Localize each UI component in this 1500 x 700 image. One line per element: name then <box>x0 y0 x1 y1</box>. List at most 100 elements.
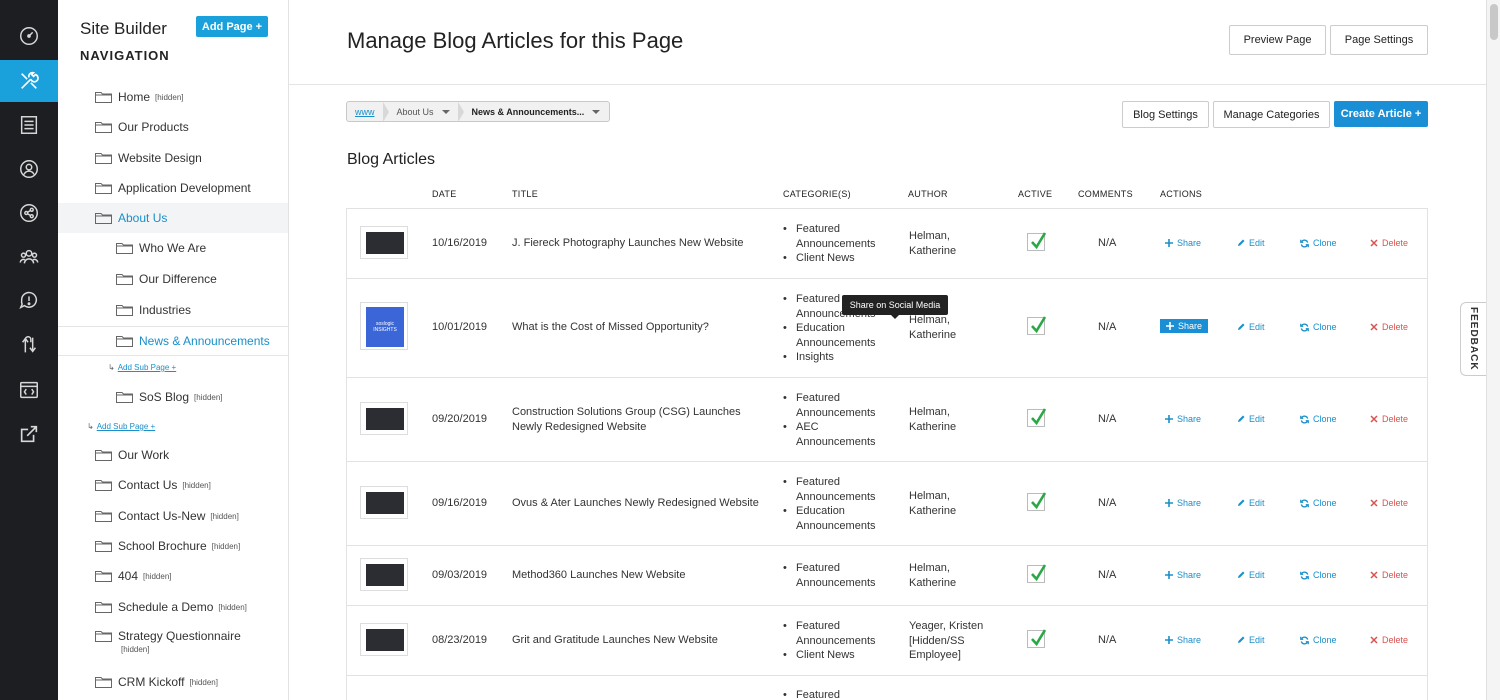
share-action[interactable]: Share <box>1165 635 1201 645</box>
refresh-icon <box>1300 571 1309 579</box>
active-checkbox[interactable] <box>1027 492 1047 511</box>
active-checkbox[interactable] <box>1027 564 1047 583</box>
dashboard-icon[interactable] <box>0 15 58 57</box>
nav-item-about-us[interactable]: About Us <box>58 203 288 233</box>
active-checkbox[interactable] <box>1027 408 1047 427</box>
nav-item-home[interactable]: Home [hidden] <box>58 82 288 112</box>
delete-action[interactable]: Delete <box>1370 238 1408 248</box>
pages-icon[interactable] <box>0 104 58 146</box>
breadcrumb-news[interactable]: News & Announcements... <box>464 102 609 121</box>
share-action[interactable]: Share <box>1165 570 1201 580</box>
team-icon[interactable] <box>0 236 58 278</box>
clone-action[interactable]: Clone <box>1300 498 1337 508</box>
nav-item-contact-us[interactable]: Contact Us [hidden] <box>58 470 288 500</box>
article-title[interactable]: Method360 Launches New Website <box>512 569 685 581</box>
close-icon <box>1370 239 1378 247</box>
column-header-comments[interactable]: COMMENTS <box>1078 189 1133 199</box>
scrollbar-thumb[interactable] <box>1490 4 1498 40</box>
nav-item-our-work[interactable]: Our Work <box>58 440 288 470</box>
user-icon[interactable] <box>0 148 58 190</box>
clone-action[interactable]: Clone <box>1300 570 1337 580</box>
article-author: Helman, Katherine <box>909 314 957 341</box>
check-icon <box>1031 316 1047 334</box>
nav-item-our-products[interactable]: Our Products <box>58 112 288 142</box>
edit-action[interactable]: Edit <box>1237 414 1265 424</box>
nav-item-school-brochure[interactable]: School Brochure [hidden] <box>58 531 288 561</box>
edit-action[interactable]: Edit <box>1237 238 1265 248</box>
vertical-scrollbar[interactable] <box>1486 0 1500 700</box>
share-action[interactable]: Share <box>1165 238 1201 248</box>
edit-action[interactable]: Edit <box>1237 322 1265 332</box>
table-row: 09/20/2019 Construction Solutions Group … <box>347 378 1427 462</box>
nav-item-our-difference[interactable]: Our Difference <box>58 264 288 294</box>
article-thumbnail[interactable]: soslogic INSIGHTS <box>360 302 408 350</box>
active-checkbox[interactable] <box>1027 316 1047 335</box>
blog-settings-button[interactable]: Blog Settings <box>1122 101 1209 128</box>
delete-action[interactable]: Delete <box>1370 570 1408 580</box>
column-header-date[interactable]: DATE <box>432 189 457 199</box>
share-icon[interactable] <box>0 192 58 234</box>
external-link-icon[interactable] <box>0 413 58 455</box>
page-settings-button[interactable]: Page Settings <box>1330 25 1428 55</box>
plus-icon <box>1165 499 1173 507</box>
article-title[interactable]: Ovus & Ater Launches Newly Redesigned We… <box>512 497 759 509</box>
add-page-button[interactable]: Add Page + <box>196 16 268 37</box>
share-action[interactable]: Share <box>1165 498 1201 508</box>
delete-action[interactable]: Delete <box>1370 322 1408 332</box>
clone-action[interactable]: Clone <box>1300 414 1337 424</box>
column-header-categories[interactable]: CATEGORIE(S) <box>783 189 851 199</box>
breadcrumb-root[interactable]: www <box>347 102 383 121</box>
clone-action[interactable]: Clone <box>1300 322 1337 332</box>
category-item: Featured Announcements <box>783 391 883 420</box>
create-article-button[interactable]: Create Article + <box>1334 101 1428 127</box>
article-title[interactable]: Grit and Gratitude Launches New Website <box>512 634 718 646</box>
breadcrumb-about-us[interactable]: About Us <box>389 102 458 121</box>
nav-item-who-we-are[interactable]: Who We Are <box>58 233 288 263</box>
article-title[interactable]: What is the Cost of Missed Opportunity? <box>512 321 709 333</box>
column-header-active[interactable]: ACTIVE <box>1018 189 1052 199</box>
nav-item-industries[interactable]: Industries <box>58 295 288 325</box>
nav-item-strategy-questionnaire[interactable]: Strategy Questionnaire [hidden] <box>58 622 288 662</box>
active-checkbox[interactable] <box>1027 232 1047 251</box>
feedback-tab[interactable]: FEEDBACK <box>1460 302 1486 376</box>
code-icon[interactable] <box>0 369 58 411</box>
column-header-title[interactable]: TITLE <box>512 189 538 199</box>
article-title[interactable]: J. Fiereck Photography Launches New Webs… <box>512 237 744 249</box>
delete-action[interactable]: Delete <box>1370 635 1408 645</box>
nav-item-crm-kickoff[interactable]: CRM Kickoff [hidden] <box>58 667 288 697</box>
article-thumbnail[interactable] <box>360 623 408 656</box>
add-sub-page-link[interactable]: ↳ Add Sub Page + <box>87 422 155 431</box>
column-header-author[interactable]: AUTHOR <box>908 189 948 199</box>
clone-action[interactable]: Clone <box>1300 238 1337 248</box>
article-title[interactable]: Construction Solutions Group (CSG) Launc… <box>512 405 747 434</box>
share-action[interactable]: Share <box>1165 414 1201 424</box>
nav-item-contact-us-new[interactable]: Contact Us-New [hidden] <box>58 501 288 531</box>
article-thumbnail[interactable] <box>360 226 408 259</box>
preview-page-button[interactable]: Preview Page <box>1229 25 1326 55</box>
edit-action[interactable]: Edit <box>1237 570 1265 580</box>
table-row: 10/16/2019 J. Fiereck Photography Launch… <box>347 209 1427 279</box>
add-sub-page-link[interactable]: ↳ Add Sub Page + <box>108 363 176 372</box>
nav-item-application-development[interactable]: Application Development <box>58 173 288 203</box>
delete-action[interactable]: Delete <box>1370 498 1408 508</box>
nav-item-news-announcements[interactable]: News & Announcements <box>58 326 288 356</box>
nav-item-sos-blog[interactable]: SoS Blog [hidden] <box>58 382 288 412</box>
alert-icon[interactable] <box>0 280 58 322</box>
article-thumbnail[interactable] <box>360 402 408 435</box>
pencil-icon <box>1238 415 1245 422</box>
edit-action[interactable]: Edit <box>1237 498 1265 508</box>
arrows-icon[interactable] <box>0 324 58 366</box>
nav-item-404[interactable]: 404 [hidden] <box>58 561 288 591</box>
tools-icon[interactable] <box>0 60 58 102</box>
clone-action[interactable]: Clone <box>1300 635 1337 645</box>
manage-categories-button[interactable]: Manage Categories <box>1213 101 1330 128</box>
share-action[interactable]: Share <box>1160 319 1209 333</box>
article-thumbnail[interactable] <box>360 486 408 519</box>
article-thumbnail[interactable] <box>360 558 408 591</box>
nav-item-website-design[interactable]: Website Design <box>58 143 288 173</box>
active-checkbox[interactable] <box>1027 629 1047 648</box>
category-item: Featured <box>783 688 840 700</box>
delete-action[interactable]: Delete <box>1370 414 1408 424</box>
nav-item-schedule-a-demo[interactable]: Schedule a Demo [hidden] <box>58 592 288 622</box>
edit-action[interactable]: Edit <box>1237 635 1265 645</box>
